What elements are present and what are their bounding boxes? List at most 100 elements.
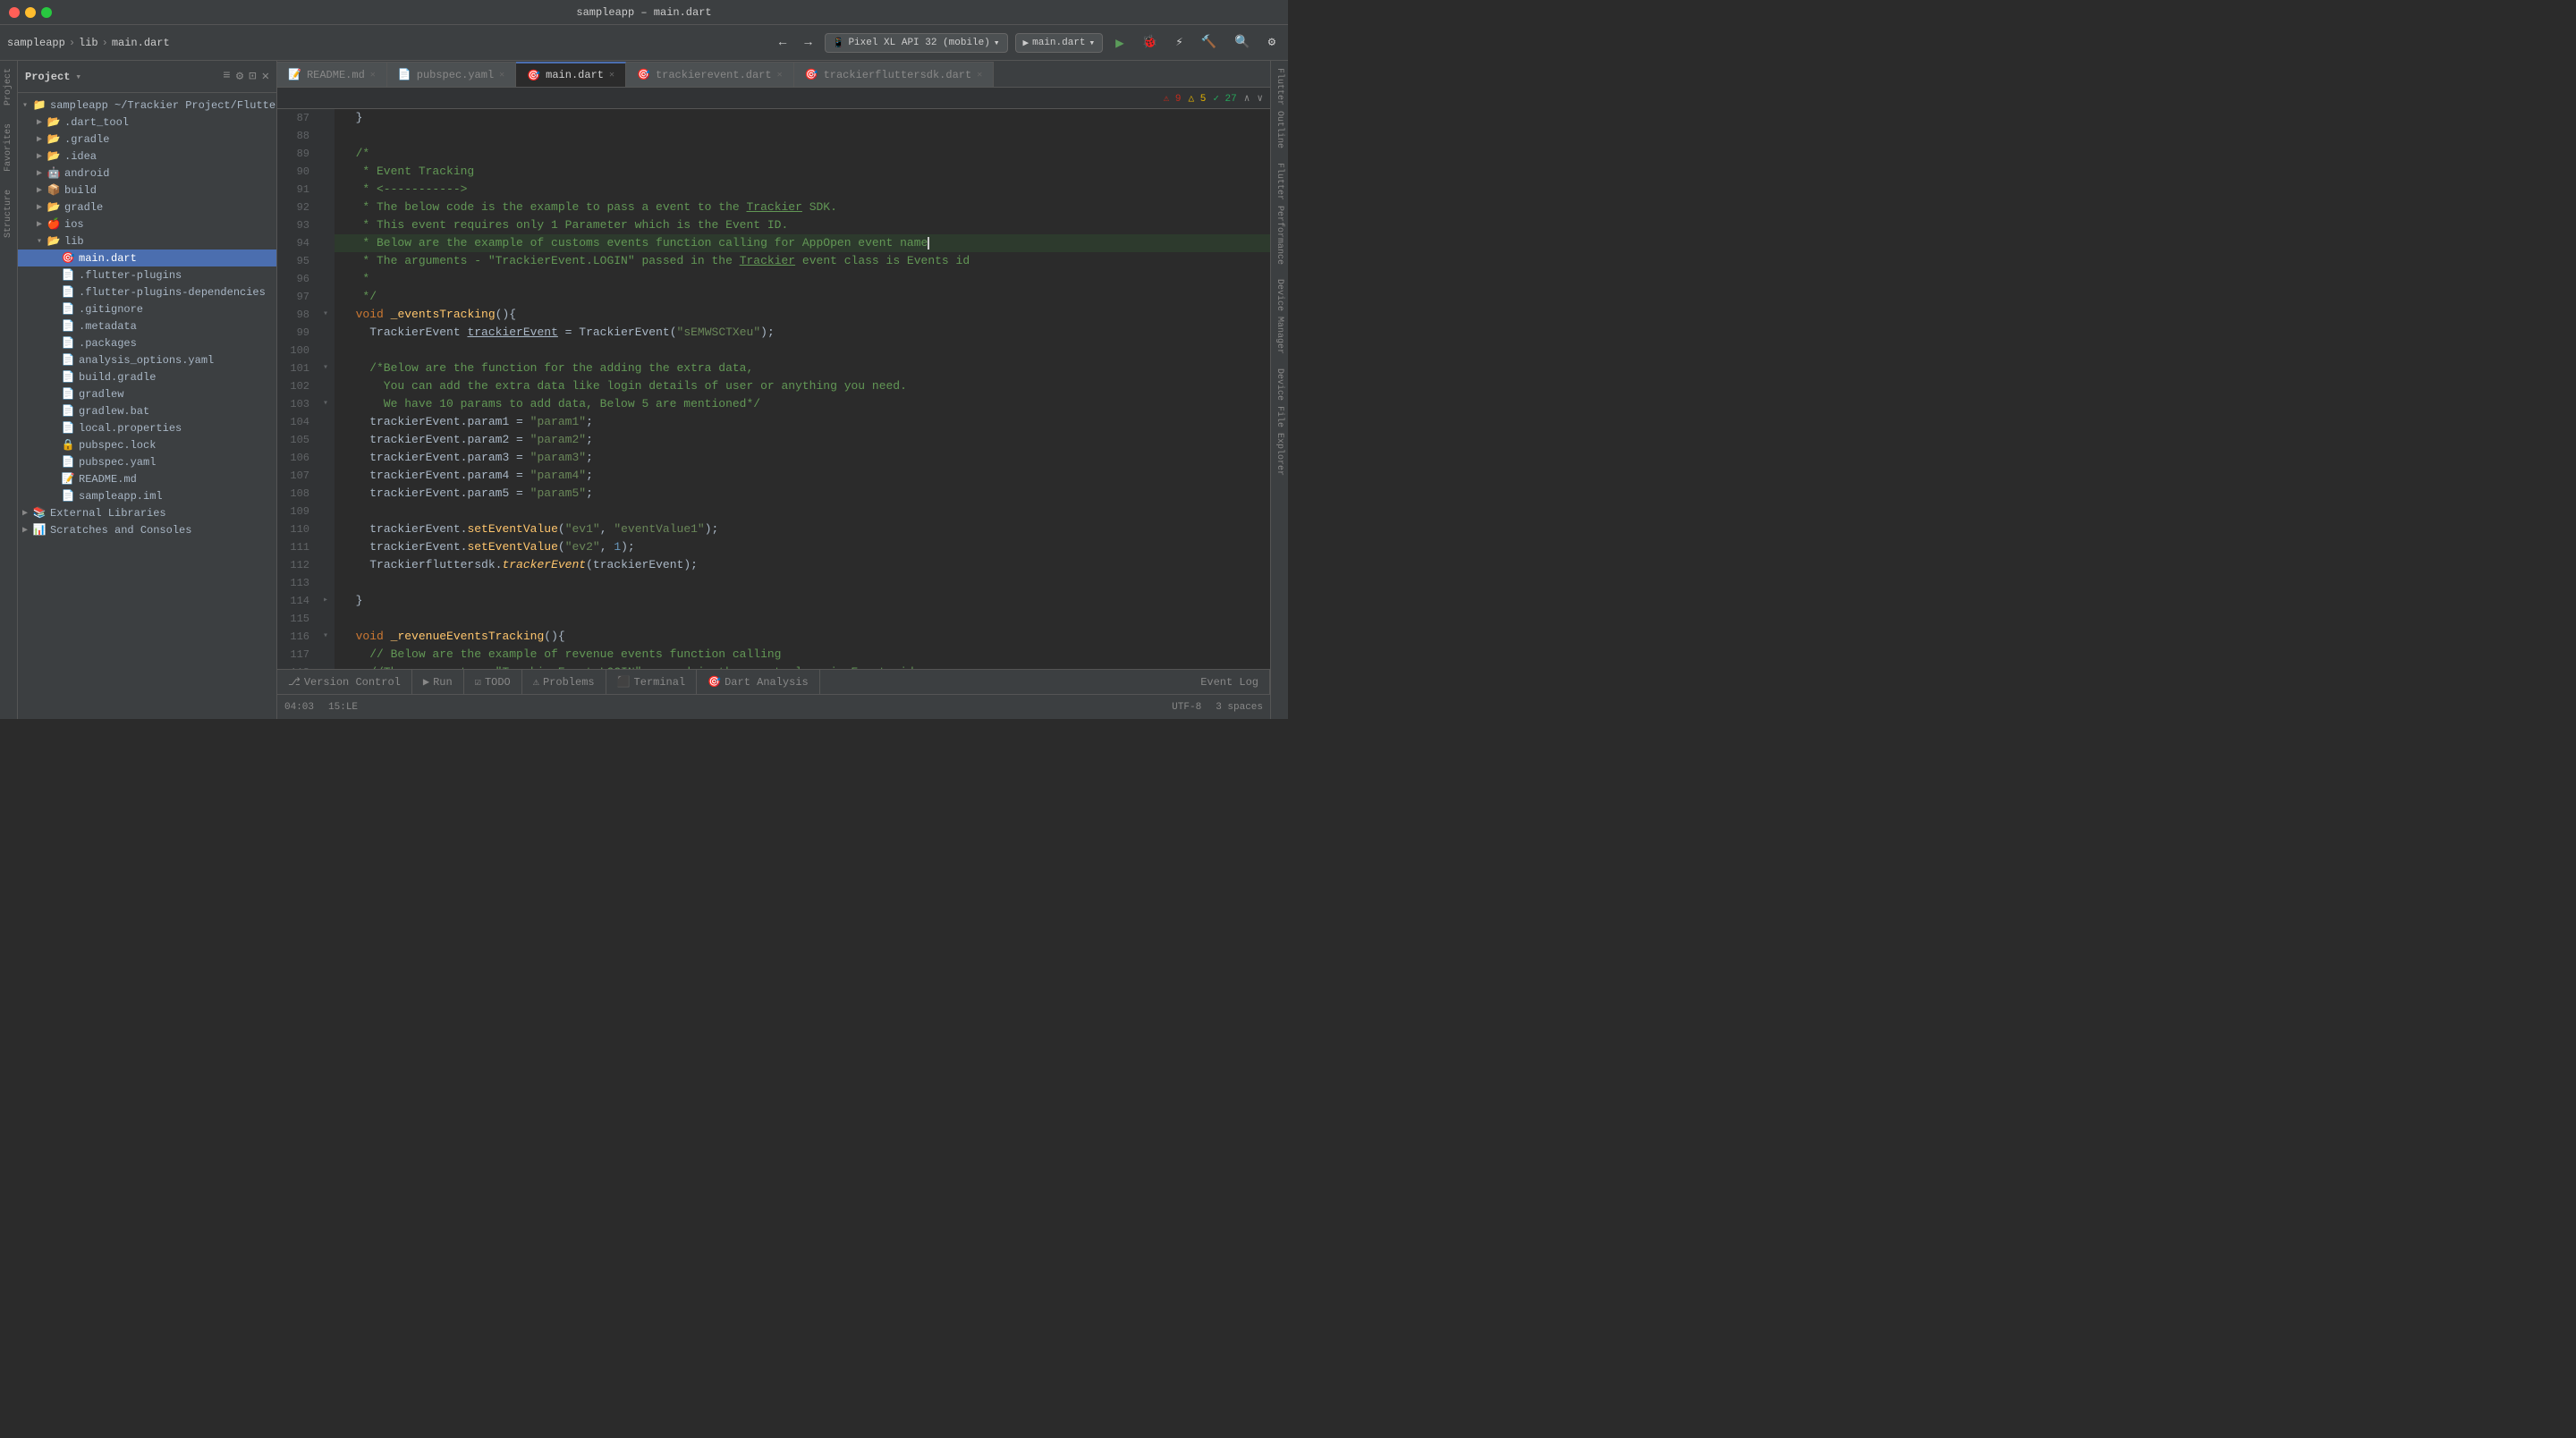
tree-item-build[interactable]: ▶ 📦 build [18,182,276,199]
tree-label-android: android [64,167,276,180]
panel-collapse-all-icon[interactable]: ≡ [223,69,230,84]
fold-btn-103[interactable]: ▾ [323,395,328,413]
tree-item-pubspec-yaml[interactable]: 📄 pubspec.yaml [18,453,276,470]
back-button[interactable]: ← [774,33,792,53]
line-num-94: 94 [277,234,317,252]
gutter-116: ▾ [317,628,335,646]
fold-btn-98[interactable]: ▾ [323,306,328,324]
tree-item-packages[interactable]: 📄 .packages [18,334,276,351]
line-text-108: trackierEvent.param5 = "param5"; [335,485,1270,503]
tree-item-metadata[interactable]: 📄 .metadata [18,317,276,334]
tree-item-readme[interactable]: 📝 README.md [18,470,276,487]
editor-tabs: 📝 README.md ✕ 📄 pubspec.yaml ✕ 🎯 main.da… [277,61,1270,88]
problems-icon: ⚠ [533,675,539,689]
right-tab-device-mgr[interactable]: Device Manager [1271,272,1288,361]
fold-btn-101[interactable]: ▾ [323,360,328,377]
tab-main[interactable]: 🎯 main.dart ✕ [516,62,626,87]
run-button[interactable]: ▶ [1110,31,1130,55]
tree-label-local-props: local.properties [79,422,276,435]
tree-item-idea[interactable]: ▶ 📂 .idea [18,148,276,165]
tree-item-gradlew-bat[interactable]: 📄 gradlew.bat [18,402,276,419]
tab-close-trackierflutter[interactable]: ✕ [977,70,982,80]
tree-item-iml[interactable]: 📄 sampleapp.iml [18,487,276,504]
tree-label-ext-lib: External Libraries [50,507,276,520]
tree-item-gradle[interactable]: ▶ 📂 gradle [18,199,276,216]
debug-button[interactable]: 🐞 [1137,32,1163,53]
tab-event-log[interactable]: Event Log [1190,670,1270,695]
tree-item-gitignore[interactable]: 📄 .gitignore [18,300,276,317]
close-button[interactable] [9,7,20,18]
tab-version-control[interactable]: ⎇ Version Control [277,670,412,695]
line-text-98: void _eventsTracking(){ [335,306,1270,324]
left-tab-favorites[interactable]: Favorites [4,123,13,172]
gutter-95 [317,252,335,270]
tab-close-trackierevent[interactable]: ✕ [777,70,783,80]
editor-status: ⚠ 9 △ 5 ✓ 27 ∧ ∨ [277,88,1270,109]
tree-icon-pubspec-lock: 🔒 [61,438,75,452]
tree-icon-pubspec-yaml: 📄 [61,455,75,469]
tree-item-pubspec-lock[interactable]: 🔒 pubspec.lock [18,436,276,453]
minimize-button[interactable] [25,7,36,18]
tab-close-pubspec[interactable]: ✕ [499,70,504,80]
tree-item-analysis-options[interactable]: 📄 analysis_options.yaml [18,351,276,368]
tree-item-ext-libraries[interactable]: ▶ 📚 External Libraries [18,504,276,521]
left-tab-project[interactable]: Project [4,68,13,106]
tab-readme[interactable]: 📝 README.md ✕ [277,62,387,87]
tree-item-android[interactable]: ▶ 🤖 android [18,165,276,182]
todo-label: TODO [485,676,511,689]
tab-close-readme[interactable]: ✕ [370,70,376,80]
forward-button[interactable]: → [799,33,817,53]
tree-icon-main: 🎯 [61,251,75,265]
tree-item-local-properties[interactable]: 📄 local.properties [18,419,276,436]
status-chevron-down[interactable]: ∨ [1257,92,1263,105]
right-tab-flutter-perf[interactable]: Flutter Performance [1271,156,1288,272]
tree-item-scratches[interactable]: ▶ 📊 Scratches and Consoles [18,521,276,538]
code-line-112: 112 Trackierfluttersdk.trackerEvent(trac… [277,556,1270,574]
maximize-button[interactable] [41,7,52,18]
tab-terminal[interactable]: ⬛ Terminal [606,670,698,695]
device-name: Pixel XL API 32 (mobile) [848,38,989,48]
run-config-selector[interactable]: ▶ main.dart ▾ [1015,33,1104,53]
tab-close-main[interactable]: ✕ [609,70,614,80]
status-chevron-up[interactable]: ∧ [1244,92,1250,105]
line-num-96: 96 [277,270,317,288]
right-tab-file-explorer[interactable]: Device File Explorer [1271,361,1288,483]
code-line-98: 98 ▾ void _eventsTracking(){ [277,306,1270,324]
tree-item-main-dart[interactable]: 🎯 main.dart [18,250,276,266]
tab-problems[interactable]: ⚠ Problems [522,670,606,695]
panel-action-dropdown[interactable]: ▾ [75,71,81,83]
right-tab-flutter-outline[interactable]: Flutter Outline [1271,61,1288,156]
project-panel: Project ▾ ≡ ⚙ ⊡ ✕ ▾ 📁 sampleapp ~/Tracki… [18,61,277,719]
tree-icon-dart-tool: 📂 [47,115,61,129]
tree-item-build-gradle[interactable]: 📄 build.gradle [18,368,276,385]
panel-settings-icon[interactable]: ⚙ [236,69,243,84]
tree-item-flutter-plugins-deps[interactable]: 📄 .flutter-plugins-dependencies [18,283,276,300]
search-button[interactable]: 🔍 [1229,32,1255,53]
tree-item-ios[interactable]: ▶ 🍎 ios [18,216,276,233]
tab-pubspec[interactable]: 📄 pubspec.yaml ✕ [387,62,516,87]
tree-item-gradlew[interactable]: 📄 gradlew [18,385,276,402]
tab-run[interactable]: ▶ Run [412,670,464,695]
code-line-108: 108 trackierEvent.param5 = "param5"; [277,485,1270,503]
tab-dart-analysis[interactable]: 🎯 Dart Analysis [697,670,820,695]
panel-gear-icon[interactable]: ⊡ [249,69,256,84]
line-text-88 [335,127,1270,145]
code-editor[interactable]: 87 } 88 89 /* 90 * Event Tracking [277,109,1270,669]
device-selector[interactable]: 📱 Pixel XL API 32 (mobile) ▾ [825,33,1008,53]
tab-todo[interactable]: ☑ TODO [464,670,522,695]
fold-btn-114[interactable]: ▸ [323,592,328,610]
tree-item-root[interactable]: ▾ 📁 sampleapp ~/Trackier Project/Flutte [18,97,276,114]
build-button[interactable]: 🔨 [1196,32,1222,53]
left-tab-structure[interactable]: Structure [4,190,13,238]
tree-item-dart-tool[interactable]: ▶ 📂 .dart_tool [18,114,276,131]
panel-close-icon[interactable]: ✕ [262,69,269,84]
tree-item-lib[interactable]: ▾ 📂 lib [18,233,276,250]
tree-item-flutter-plugins[interactable]: 📄 .flutter-plugins [18,266,276,283]
settings-button[interactable]: ⚙ [1263,32,1281,53]
attach-button[interactable]: ⚡ [1170,32,1188,53]
tab-trackierevent[interactable]: 🎯 trackierevent.dart ✕ [626,62,794,87]
dart-icon: 🎯 [708,675,721,689]
tree-item-gradle-folder[interactable]: ▶ 📂 .gradle [18,131,276,148]
fold-btn-116[interactable]: ▾ [323,628,328,646]
tab-trackierflutter[interactable]: 🎯 trackierfluttersdk.dart ✕ [794,62,995,87]
